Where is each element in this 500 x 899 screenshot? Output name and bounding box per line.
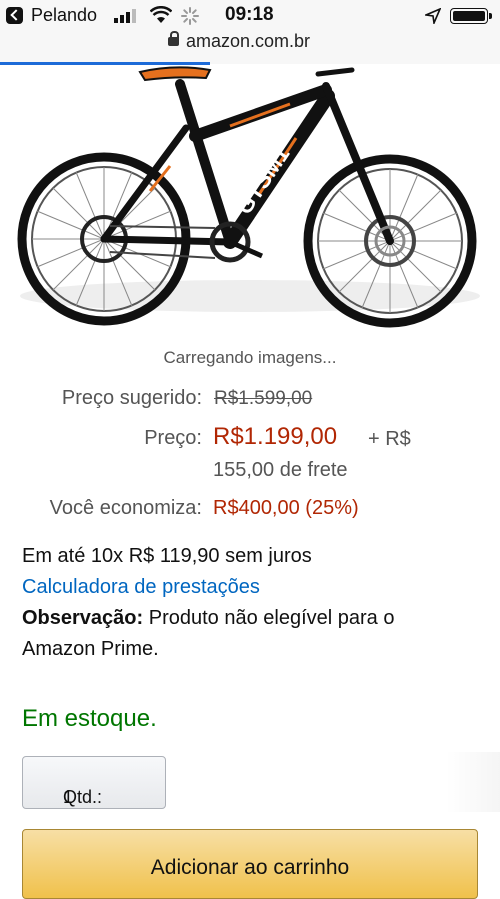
suggested-price-label: Preço sugerido: xyxy=(61,387,202,409)
back-to-app-icon[interactable] xyxy=(6,7,23,24)
quantity-value: 1 xyxy=(63,787,74,807)
installments-text: Em até 10x R$ 119,90 sem juros xyxy=(22,545,312,567)
prime-note: Observação: Produto não elegível para o xyxy=(22,607,394,630)
clock: 09:18 xyxy=(225,4,274,25)
side-shadow xyxy=(445,752,500,812)
shipping-cost: 155,00 de frete xyxy=(213,459,348,481)
cellular-signal-icon xyxy=(114,9,136,23)
add-to-cart-button[interactable]: Adicionar ao carrinho xyxy=(22,829,478,899)
status-bar: Pelando 09:18 xyxy=(0,0,500,30)
add-to-cart-label: Adicionar ao carrinho xyxy=(150,856,350,879)
location-arrow-icon xyxy=(425,8,441,24)
loading-images-text: Carregando imagens... xyxy=(163,348,337,367)
savings-value: R$400,00 (25%) xyxy=(213,497,359,519)
savings-label: Você economiza: xyxy=(49,497,202,519)
note-label: Observação: xyxy=(22,607,144,629)
quantity-select[interactable]: Qtd.: 1 xyxy=(22,756,166,809)
bicycle-illustration: GTSM1 xyxy=(17,66,480,328)
activity-spinner-icon xyxy=(181,7,199,25)
stock-status: Em estoque. xyxy=(22,705,157,732)
price-label: Preço: xyxy=(144,427,202,449)
installment-calculator-link[interactable]: Calculadora de prestações xyxy=(22,576,260,599)
frame-brand-text: GTSM1 xyxy=(231,142,294,219)
product-image[interactable]: GTSM1 xyxy=(0,66,500,338)
lock-icon xyxy=(168,31,179,46)
note-text-line2: Amazon Prime. xyxy=(22,638,159,660)
suggested-price-value: R$1.599,00 xyxy=(214,388,313,409)
page-load-progress-bar xyxy=(0,62,210,65)
battery-icon xyxy=(450,8,492,24)
note-text-line1: Produto não elegível para o xyxy=(143,607,395,629)
wifi-icon xyxy=(150,6,172,23)
price-value: R$1.199,00 xyxy=(213,423,338,450)
carrier-name[interactable]: Pelando xyxy=(31,5,97,26)
shipping-prefix: + R$ xyxy=(368,428,411,450)
url-text[interactable]: amazon.com.br xyxy=(186,31,310,52)
